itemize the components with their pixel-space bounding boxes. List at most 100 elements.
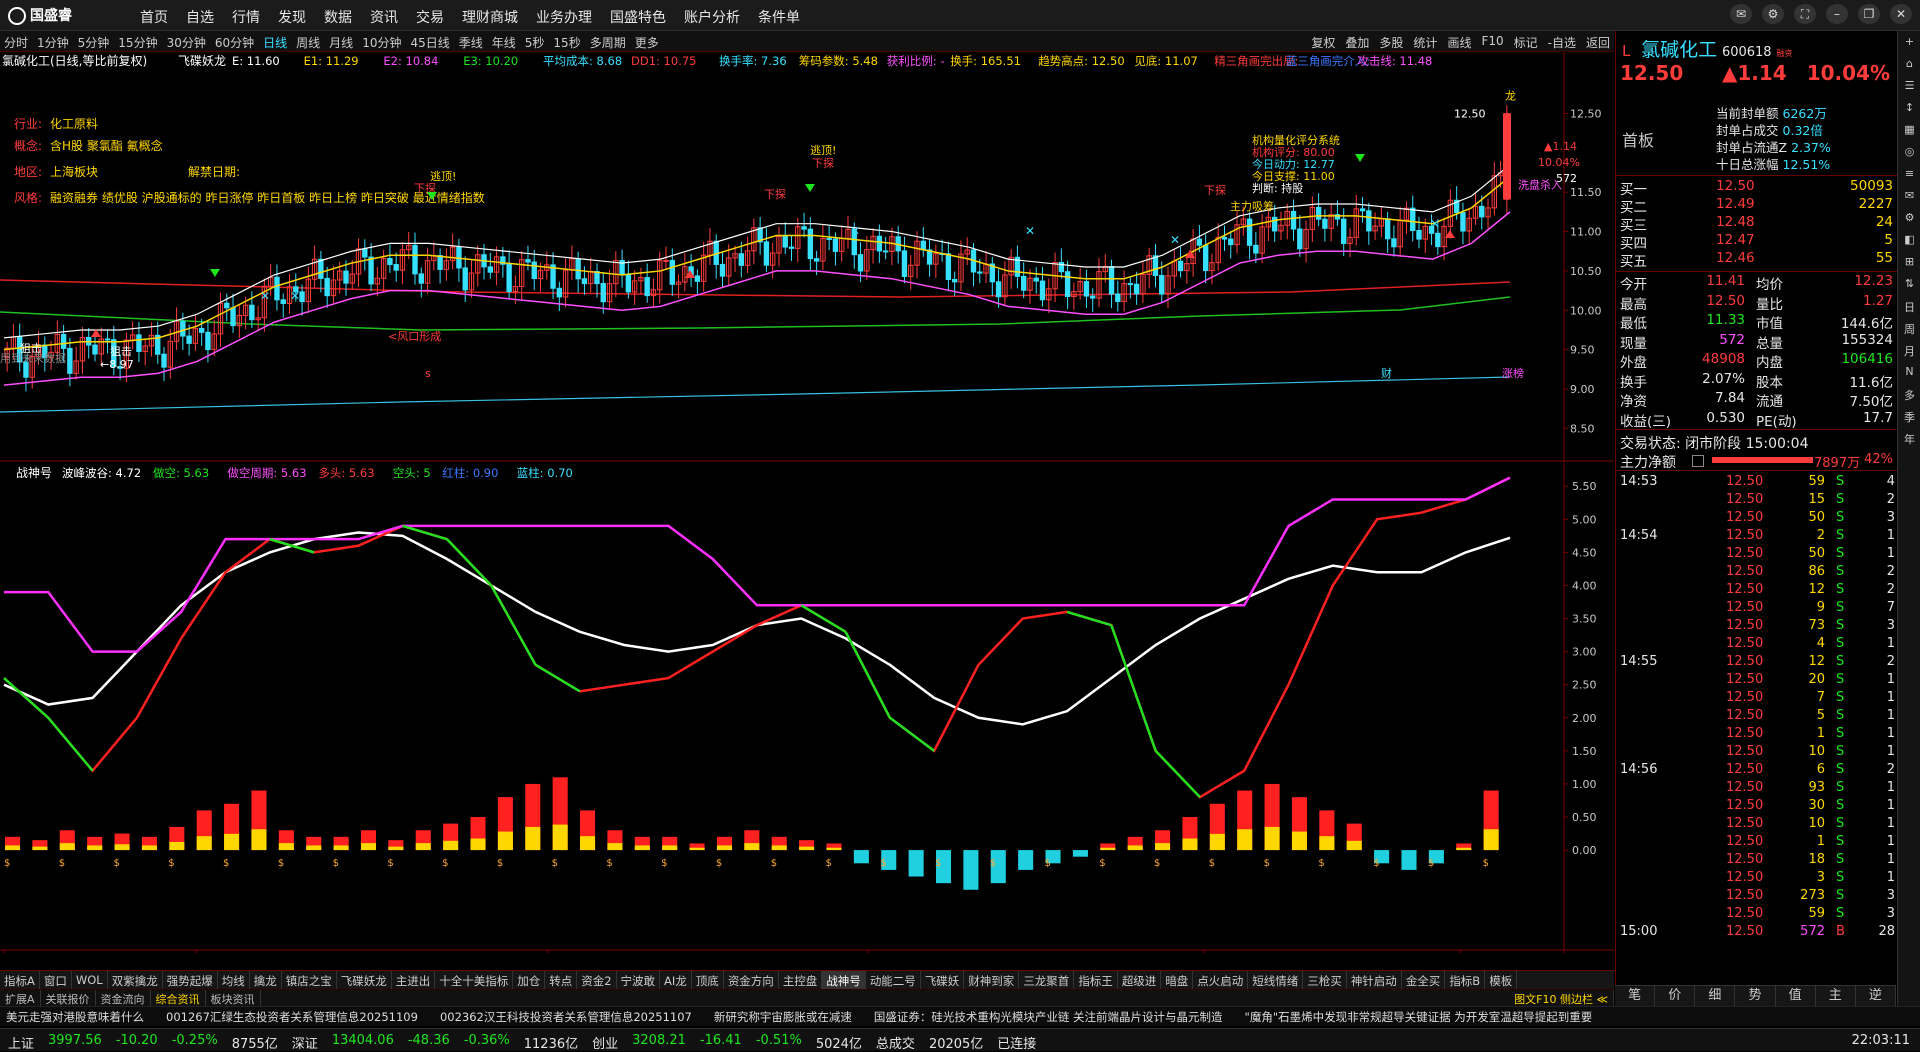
indicator-tab[interactable]: 主进出	[392, 971, 436, 989]
indicator-tab[interactable]: WOL	[72, 971, 108, 989]
period-tab[interactable]: 60分钟	[215, 34, 254, 51]
chart-tool-button[interactable]: 多股	[1379, 34, 1403, 51]
period-tab[interactable]: 月线	[329, 34, 353, 51]
news-item[interactable]: 国盛证券：硅光技术重构光模块产业链 关注前端晶片设计与晶元制造	[874, 1007, 1223, 1026]
chart-tool-button[interactable]: 统计	[1413, 34, 1437, 51]
period-tab[interactable]: 周线	[296, 34, 320, 51]
period-tab[interactable]: 分时	[4, 34, 28, 51]
side-tool-button[interactable]: ☰	[1901, 79, 1919, 97]
side-tool-button[interactable]: ✉	[1901, 189, 1919, 207]
news-item[interactable]: 001267汇绿生态投资者关系管理信息20251109	[166, 1007, 418, 1026]
indicator-tab[interactable]: AI龙	[660, 971, 692, 989]
period-tab[interactable]: 15秒	[553, 34, 580, 51]
collapse-icon[interactable]	[1692, 455, 1704, 467]
side-tool-button[interactable]: 日	[1901, 299, 1919, 317]
nav-item[interactable]: 账户分析	[684, 7, 740, 27]
chart-tool-button[interactable]: 复权	[1311, 34, 1335, 51]
period-tab[interactable]: 10分钟	[362, 34, 401, 51]
side-tool-button[interactable]: ⊞	[1901, 255, 1919, 273]
bid-row[interactable]: 买三 12.48 24	[1616, 214, 1897, 234]
indicator-tab[interactable]: 指标王	[1074, 971, 1118, 989]
quote-tab[interactable]: 价	[1655, 986, 1696, 1006]
side-tool-button[interactable]: N	[1901, 365, 1919, 383]
quote-tab[interactable]: 细	[1695, 986, 1736, 1006]
indicator-chart[interactable]: 5.50 5.00 4.50 4.00 3.50 3.00 2.50 2.00 1.50 1.00…	[0, 463, 1614, 953]
period-tab[interactable]: 多周期	[590, 34, 626, 51]
chart-tool-button[interactable]: -自选	[1548, 34, 1576, 51]
indicator-tab[interactable]: 短线情绪	[1248, 971, 1304, 989]
extension-tab[interactable]: 关联报价	[41, 990, 96, 1006]
side-tool-button[interactable]: ◧	[1901, 233, 1919, 251]
quote-tab[interactable]: 势	[1735, 986, 1776, 1006]
period-tab[interactable]: 年线	[492, 34, 516, 51]
chart-tool-button[interactable]: 返回	[1586, 34, 1610, 51]
indicator-tab[interactable]: 动能二号	[866, 971, 921, 989]
nav-item[interactable]: 行情	[232, 7, 260, 27]
indicator-tab[interactable]: 顶底	[692, 971, 724, 989]
tick-list[interactable]: 14:53 12.50 59 S 4 12.50 15 S 2 12.50 50 S 3 14:54 12.…	[1616, 472, 1897, 940]
side-tool-button[interactable]: ⚙	[1901, 211, 1919, 229]
indicator-tab[interactable]: 强势起爆	[163, 971, 218, 989]
indicator-tab[interactable]: 三枪买	[1303, 971, 1347, 989]
indicator-tab[interactable]: 均线	[218, 971, 250, 989]
quote-tab[interactable]: 逆	[1856, 986, 1896, 1006]
indicator-tab[interactable]: 财神到家	[964, 971, 1020, 989]
indicator-tab[interactable]: 点火启动	[1193, 971, 1249, 989]
side-tool-button[interactable]: 年	[1901, 431, 1919, 449]
news-item[interactable]: "魔角"石墨烯中发现非常规超导关键证据 为开发室温超导提起到重要	[1245, 1007, 1593, 1026]
nav-item[interactable]: 条件单	[758, 7, 800, 27]
period-tab[interactable]: 1分钟	[37, 34, 69, 51]
quote-tab[interactable]: 笔	[1615, 986, 1656, 1006]
nav-item[interactable]: 资讯	[370, 7, 398, 27]
side-tool-button[interactable]: ≡	[1901, 167, 1919, 185]
indicator-tab[interactable]: 主控盘	[779, 971, 823, 989]
restore-icon[interactable]: ❐	[1858, 4, 1880, 24]
indicator-tab[interactable]: 指标A	[0, 971, 40, 989]
chart-tool-button[interactable]: F10	[1481, 34, 1503, 51]
indicator-name[interactable]: 飞碟妖龙	[178, 54, 226, 68]
side-tool-button[interactable]: 季	[1901, 409, 1919, 427]
indicator-tab[interactable]: 超级进	[1118, 971, 1162, 989]
period-tab[interactable]: 5分钟	[78, 34, 110, 51]
quote-tab[interactable]: 值	[1776, 986, 1816, 1006]
indicator-tab[interactable]: 神针启动	[1347, 971, 1402, 989]
indicator-title[interactable]: 战神号	[16, 466, 52, 480]
indicator-tab[interactable]: 镇店之宝	[282, 971, 337, 989]
indicator-tab[interactable]: 十全十美指标	[435, 971, 514, 989]
stock-name[interactable]: 氯碱化工	[1641, 39, 1717, 61]
period-tab[interactable]: 日线	[263, 34, 287, 51]
nav-item[interactable]: 自选	[186, 7, 214, 27]
indicator-tab[interactable]: 暗盘	[1161, 971, 1194, 989]
indicator-tab[interactable]: 转点	[545, 971, 578, 989]
period-tab[interactable]: 30分钟	[167, 34, 206, 51]
indicator-tab[interactable]: 模板	[1485, 971, 1518, 989]
bid-row[interactable]: 买二 12.49 2227	[1616, 196, 1897, 216]
sidebar-toggle[interactable]: 图文F10 侧边栏 ≪	[1509, 990, 1614, 1006]
chart-tool-button[interactable]: 标记	[1514, 34, 1538, 51]
app-logo[interactable]: 国盛睿	[8, 5, 72, 25]
side-tool-button[interactable]: +	[1901, 35, 1919, 53]
side-tool-button[interactable]: ⌂	[1901, 57, 1919, 75]
quote-tab[interactable]: 主	[1816, 986, 1856, 1006]
indicator-tab[interactable]: 战神号	[822, 971, 866, 989]
chart-tool-button[interactable]: 叠加	[1345, 34, 1369, 51]
indicator-tab[interactable]: 金全买	[1402, 971, 1446, 989]
indicator-tab[interactable]: 三龙聚首	[1019, 971, 1075, 989]
indicator-tab[interactable]: 飞碟妖	[921, 971, 965, 989]
news-item[interactable]: 美元走强对港股意味着什么	[6, 1007, 144, 1026]
nav-item[interactable]: 国盛特色	[610, 7, 666, 27]
indicator-tab[interactable]: 加仓	[513, 971, 546, 989]
nav-item[interactable]: 首页	[140, 7, 168, 27]
indicator-tab[interactable]: 指标B	[1445, 971, 1486, 989]
side-tool-button[interactable]: 月	[1901, 343, 1919, 361]
side-tool-button[interactable]: 多	[1901, 387, 1919, 405]
period-tab[interactable]: 更多	[635, 34, 659, 51]
chart-tool-button[interactable]: 画线	[1447, 34, 1471, 51]
side-tool-button[interactable]: ⇅	[1901, 277, 1919, 295]
message-icon[interactable]: ✉	[1730, 4, 1752, 24]
fullscreen-icon[interactable]: ⛶	[1794, 4, 1816, 24]
nav-item[interactable]: 交易	[416, 7, 444, 27]
period-tab[interactable]: 季线	[459, 34, 483, 51]
side-tool-button[interactable]: 周	[1901, 321, 1919, 339]
kline-chart[interactable]: 12.50 11.50 11.00 10.50 10.00 9.50 9.00 8.50 氯碱化…	[0, 52, 1614, 462]
